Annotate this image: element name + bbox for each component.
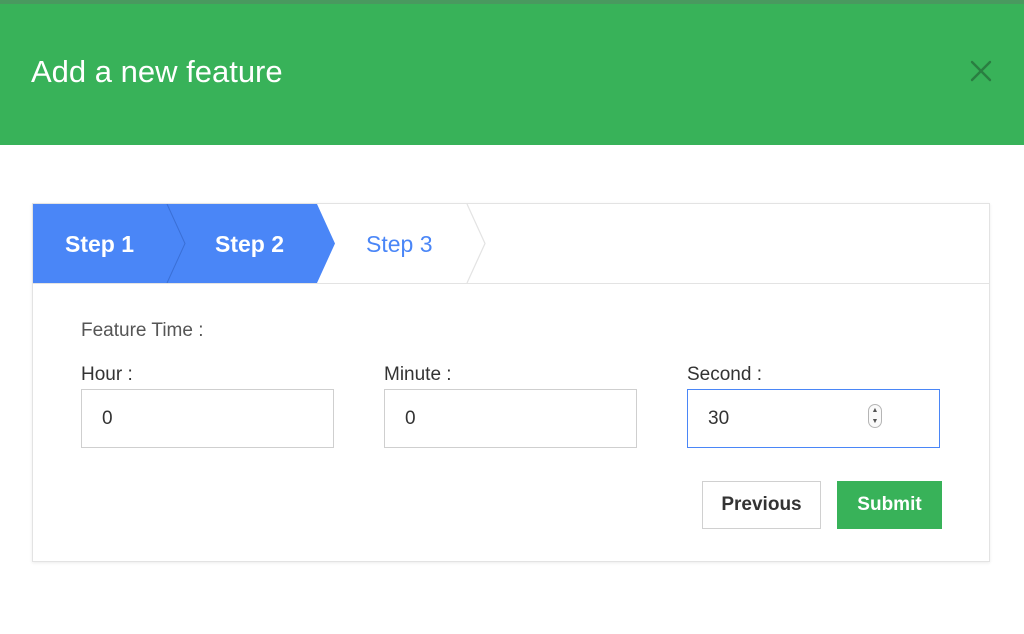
step-divider-3 — [466, 204, 486, 283]
step-2[interactable]: Step 2 — [215, 230, 284, 258]
minute-label: Minute : — [384, 364, 452, 385]
hour-label: Hour : — [81, 364, 133, 385]
step-1[interactable]: Step 1 — [65, 230, 134, 258]
second-input[interactable] — [687, 389, 940, 448]
hour-input[interactable] — [81, 389, 334, 448]
spinner-up-icon[interactable]: ▲ — [872, 407, 879, 414]
modal-title: Add a new feature — [31, 54, 283, 89]
step-3[interactable]: Step 3 — [366, 230, 433, 258]
previous-button[interactable]: Previous — [702, 481, 821, 529]
close-icon — [970, 60, 992, 82]
spinner-down-icon[interactable]: ▼ — [872, 418, 879, 425]
second-label: Second : — [687, 364, 762, 385]
wizard-card: Step 1 Step 2 Step 3 Feature Time : Hour… — [32, 203, 990, 562]
modal-header: Add a new feature — [0, 0, 1024, 145]
feature-time-label: Feature Time : — [81, 320, 204, 341]
backdrop-edge — [0, 0, 1024, 4]
submit-button[interactable]: Submit — [837, 481, 942, 529]
close-button[interactable] — [964, 54, 998, 88]
number-spinner[interactable]: ▲ ▼ — [868, 404, 882, 428]
minute-input[interactable] — [384, 389, 637, 448]
stepper: Step 1 Step 2 Step 3 — [33, 204, 989, 284]
